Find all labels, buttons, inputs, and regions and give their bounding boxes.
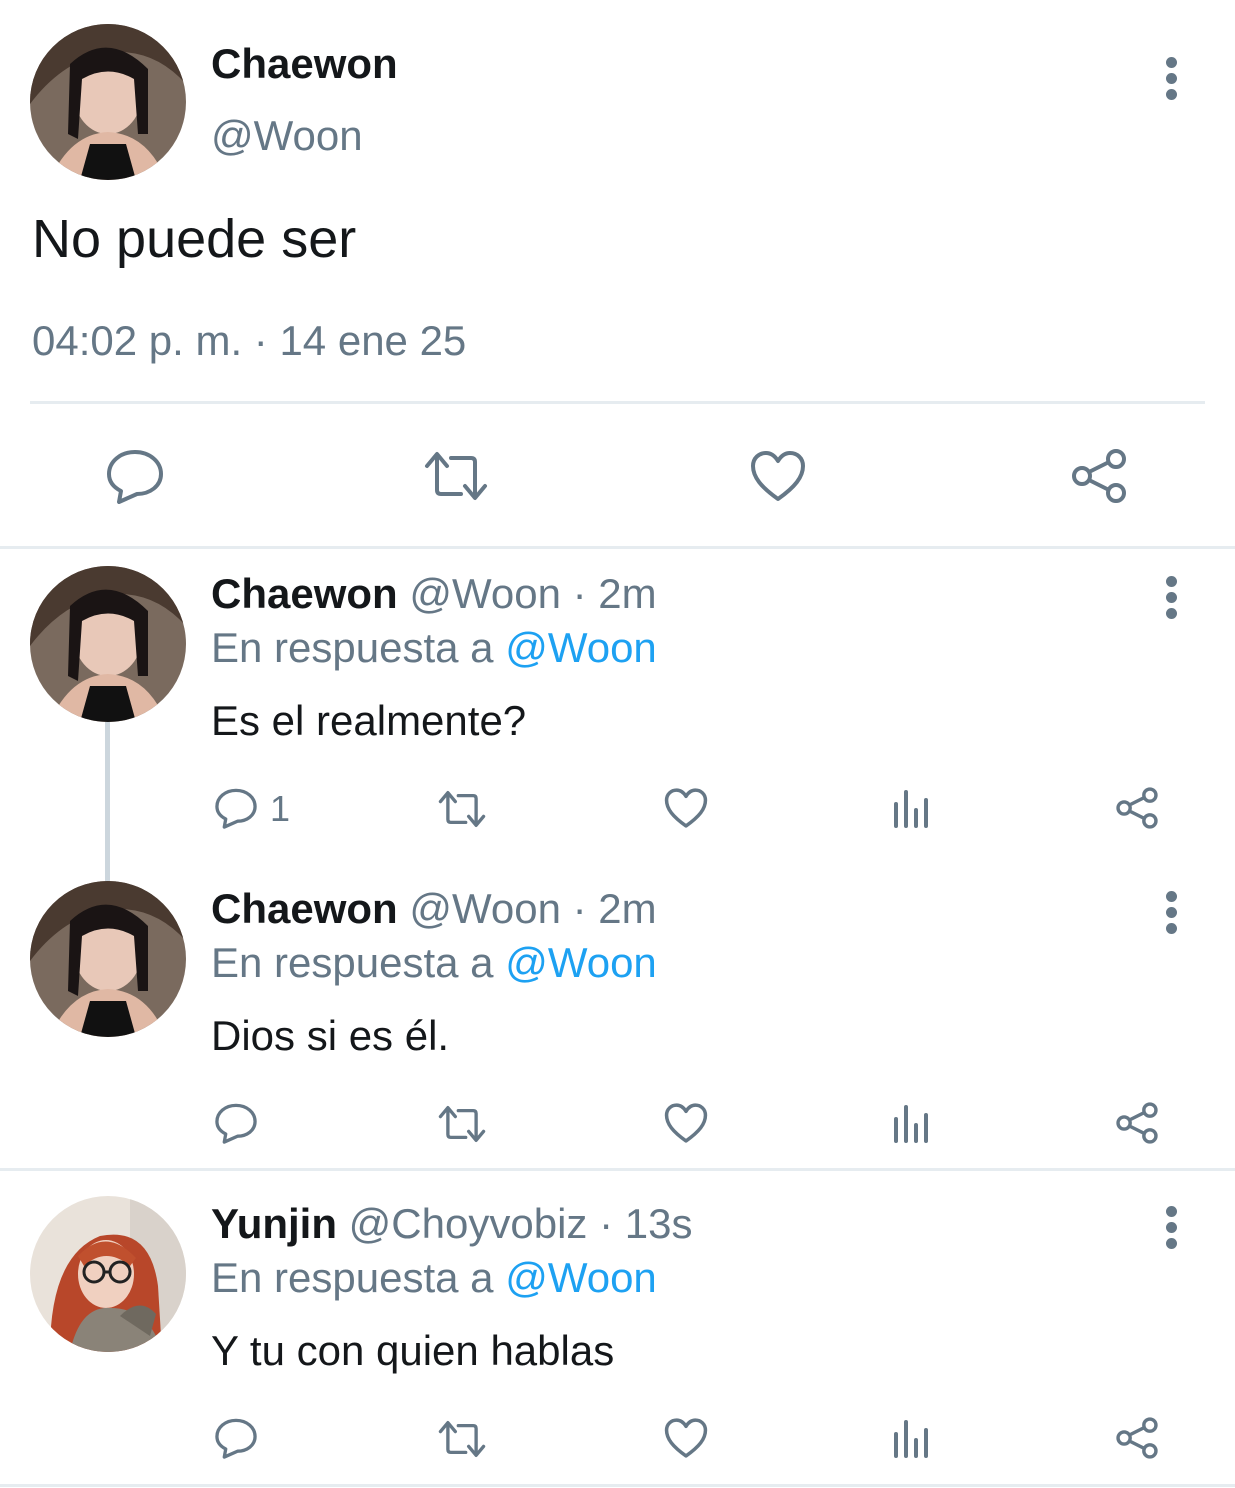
in-reply-to: En respuesta a @Woon xyxy=(211,624,657,672)
reply-author-name[interactable]: Chaewon xyxy=(211,885,398,932)
avatar-yunjin[interactable] xyxy=(30,1196,186,1352)
separator: · xyxy=(560,570,599,617)
mention-link[interactable]: @Woon xyxy=(505,939,657,986)
divider xyxy=(0,546,1235,549)
reply-count: 1 xyxy=(270,788,291,829)
reply-author-name[interactable]: Chaewon xyxy=(211,570,398,617)
mention-link[interactable]: @Woon xyxy=(505,1254,657,1301)
thread-line xyxy=(105,722,110,882)
analytics-icon[interactable] xyxy=(892,1418,932,1458)
more-icon[interactable] xyxy=(1161,1206,1181,1250)
in-reply-to: En respuesta a @Woon xyxy=(211,1254,657,1302)
in-reply-to: En respuesta a @Woon xyxy=(211,939,657,987)
reply-icon[interactable] xyxy=(214,787,258,829)
more-icon[interactable] xyxy=(1161,57,1181,101)
in-reply-label: En respuesta a xyxy=(211,939,494,986)
like-icon[interactable] xyxy=(663,1417,709,1459)
reply-header: Chaewon @Woon · 2m xyxy=(211,885,657,933)
share-icon[interactable] xyxy=(1115,1101,1159,1145)
reply-author-name[interactable]: Yunjin xyxy=(211,1200,337,1247)
more-icon[interactable] xyxy=(1161,891,1181,935)
main-tweet-author-name[interactable]: Chaewon xyxy=(211,40,398,88)
analytics-icon[interactable] xyxy=(892,788,932,828)
in-reply-label: En respuesta a xyxy=(211,1254,494,1301)
reply-time: 13s xyxy=(624,1200,693,1247)
reply-author-handle[interactable]: @Choyvobiz xyxy=(349,1200,588,1247)
retweet-icon[interactable] xyxy=(421,450,491,502)
share-icon[interactable] xyxy=(1115,786,1159,830)
retweet-icon[interactable] xyxy=(436,789,488,829)
in-reply-label: En respuesta a xyxy=(211,624,494,671)
reply-icon[interactable] xyxy=(105,448,165,504)
divider xyxy=(0,1484,1235,1487)
avatar-chaewon[interactable] xyxy=(30,24,186,180)
reply-icon[interactable] xyxy=(214,1417,258,1459)
retweet-icon[interactable] xyxy=(436,1104,488,1144)
analytics-icon[interactable] xyxy=(892,1103,932,1143)
reply-icon[interactable] xyxy=(214,1102,258,1144)
main-tweet-author-handle[interactable]: @Woon xyxy=(211,112,363,160)
reply-header: Chaewon @Woon · 2m xyxy=(211,570,657,618)
divider xyxy=(30,401,1205,404)
reply-author-handle[interactable]: @Woon xyxy=(409,885,561,932)
reply-text: Dios si es él. xyxy=(211,1012,450,1059)
separator: · xyxy=(560,885,599,932)
avatar-chaewon[interactable] xyxy=(30,881,186,1037)
mention-link[interactable]: @Woon xyxy=(505,624,657,671)
reply-time: 2m xyxy=(598,570,657,617)
reply-header: Yunjin @Choyvobiz · 13s xyxy=(211,1200,692,1248)
reply-author-handle[interactable]: @Woon xyxy=(409,570,561,617)
divider xyxy=(0,1168,1235,1171)
more-icon[interactable] xyxy=(1161,576,1181,620)
main-tweet-text: No puede ser xyxy=(32,209,357,269)
main-tweet-timestamp: 04:02 p. m. · 14 ene 25 xyxy=(32,317,467,364)
reply-time: 2m xyxy=(598,885,657,932)
avatar-chaewon[interactable] xyxy=(30,566,186,722)
reply-text: Y tu con quien hablas xyxy=(211,1327,615,1374)
like-icon[interactable] xyxy=(663,1102,709,1144)
retweet-icon[interactable] xyxy=(436,1419,488,1459)
like-icon[interactable] xyxy=(749,449,807,503)
reply-text: Es el realmente? xyxy=(211,697,527,744)
separator: · xyxy=(587,1200,625,1247)
share-icon[interactable] xyxy=(1115,1416,1159,1460)
like-icon[interactable] xyxy=(663,787,709,829)
share-icon[interactable] xyxy=(1070,447,1128,505)
